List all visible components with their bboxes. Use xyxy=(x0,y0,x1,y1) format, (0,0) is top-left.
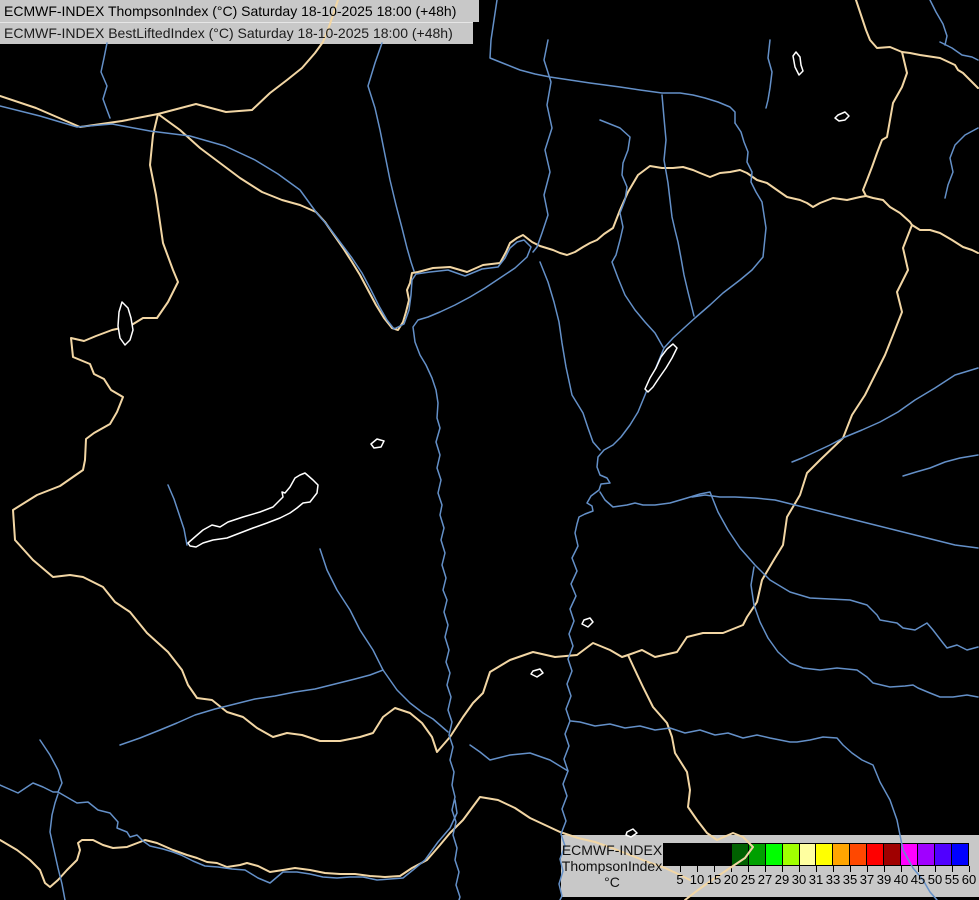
lakes xyxy=(118,52,849,837)
legend-color-cell xyxy=(849,844,866,865)
lake-tisza-to xyxy=(645,344,677,392)
legend-labels: ECMWF-INDEX ThompsonIndex °C xyxy=(561,835,663,897)
map-svg xyxy=(0,0,979,900)
river-stub-ne-edge xyxy=(940,42,978,60)
border-slovakia-ukraine-vertical xyxy=(863,52,907,196)
legend-color-cell xyxy=(731,844,748,865)
river-sajo xyxy=(600,120,663,347)
legend-color-cell xyxy=(782,844,799,865)
river-drava xyxy=(58,792,457,883)
river-hron xyxy=(533,40,552,252)
legend-index-label: ThompsonIndex xyxy=(561,858,663,874)
river-koros-south-branch xyxy=(751,567,978,697)
river-upper-tisza-bodrog xyxy=(490,0,735,123)
lake-velence xyxy=(371,439,384,448)
river-vah xyxy=(368,43,414,271)
river-stub-southwest xyxy=(50,794,65,900)
legend-color-cell xyxy=(748,844,765,865)
legend-color-cell xyxy=(799,844,816,865)
river-drava-upper xyxy=(40,740,62,792)
legend-color-cell xyxy=(883,844,900,865)
lake-ferto xyxy=(118,302,133,345)
legend-tick-label: 60 xyxy=(956,872,979,887)
legend-color-cell xyxy=(832,844,849,865)
country-borders xyxy=(0,0,978,900)
river-tributary-west xyxy=(470,745,568,771)
legend-color-cell xyxy=(934,844,951,865)
border-hungary-romania xyxy=(628,225,912,657)
river-zagyva xyxy=(540,262,600,450)
border-hungary-slovakia xyxy=(158,114,866,330)
legend-color-cell xyxy=(900,844,917,865)
river-hernad xyxy=(662,95,694,316)
border-austria-hungary-croatia xyxy=(13,114,628,752)
legend-unit-label: °C xyxy=(561,874,663,890)
river-sio xyxy=(320,549,448,732)
river-stub-north xyxy=(766,40,772,108)
map-title-line-2: ECMWF-INDEX BestLiftedIndex (°C) Saturda… xyxy=(4,25,453,41)
lake-balaton xyxy=(188,473,318,547)
legend-color-cell xyxy=(680,844,697,865)
lake-small-1 xyxy=(582,618,593,627)
legend-color-cell xyxy=(917,844,934,865)
legend-model-label: ECMWF-INDEX xyxy=(561,842,663,858)
river-danube xyxy=(0,106,531,900)
river-zala xyxy=(168,485,187,545)
lake-small-2 xyxy=(531,669,543,677)
legend-color-cell xyxy=(951,844,968,865)
lake-slovakia-1 xyxy=(793,52,803,75)
river-stub-ne-corner xyxy=(930,0,947,45)
legend-color-cell xyxy=(714,844,731,865)
border-ukraine-romania-east xyxy=(866,196,978,253)
river-mura xyxy=(0,783,58,793)
legend-color-cell xyxy=(664,844,680,865)
river-somes xyxy=(792,368,978,462)
weather-map-canvas: ECMWF-INDEX ThompsonIndex (°C) Saturday … xyxy=(0,0,979,900)
border-slovakia-ukraine-north xyxy=(856,0,978,88)
river-morava xyxy=(101,43,110,118)
river-kapos xyxy=(120,670,383,745)
legend-color-cell xyxy=(866,844,883,865)
legend-color-cell xyxy=(815,844,832,865)
river-tisza xyxy=(559,123,766,900)
legend-color-cell xyxy=(765,844,782,865)
river-stub-east-edge xyxy=(945,128,978,198)
river-koros-north-branch xyxy=(692,495,978,548)
legend-colorbar xyxy=(663,843,969,866)
lake-slovakia-2 xyxy=(835,112,849,121)
river-crasna xyxy=(903,455,978,476)
legend-color-cell xyxy=(697,844,714,865)
map-title-line-1: ECMWF-INDEX ThompsonIndex (°C) Saturday … xyxy=(4,3,456,19)
rivers xyxy=(0,0,978,900)
river-koros-main xyxy=(600,492,978,650)
